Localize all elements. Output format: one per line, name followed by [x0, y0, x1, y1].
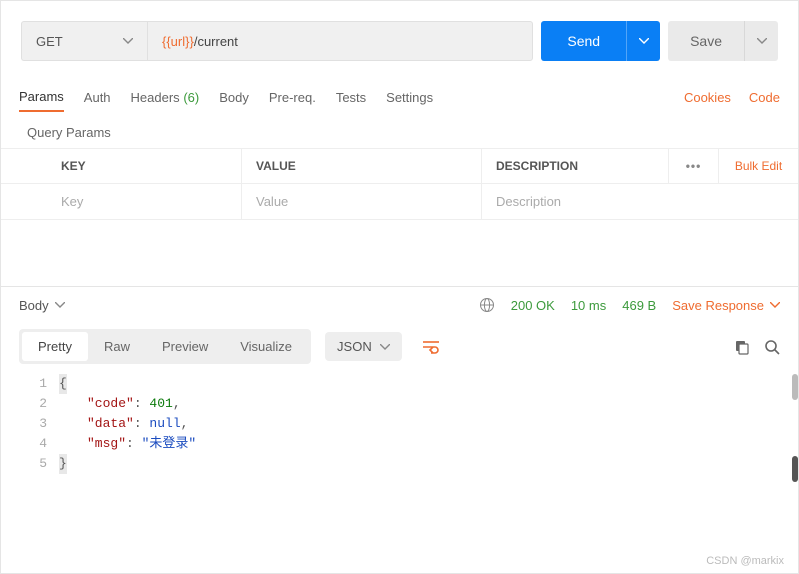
save-response-dropdown[interactable]: Save Response: [672, 298, 780, 313]
wrap-lines-icon[interactable]: [416, 332, 446, 362]
send-dropdown-button[interactable]: [626, 21, 660, 61]
response-header: Body 200 OK 10 ms 469 B Save Response: [1, 287, 798, 323]
view-pretty[interactable]: Pretty: [22, 332, 88, 361]
chevron-down-icon: [123, 38, 133, 44]
tab-params[interactable]: Params: [19, 83, 64, 112]
response-code[interactable]: 1{ 2"code": 401, 3"data": null, 4"msg": …: [1, 374, 798, 492]
chevron-down-icon: [380, 344, 390, 350]
more-icon[interactable]: •••: [686, 159, 702, 173]
url-input[interactable]: {{url}}/current: [147, 21, 533, 61]
status-size: 469 B: [622, 298, 656, 313]
view-visualize[interactable]: Visualize: [224, 332, 308, 361]
col-key: KEY: [1, 149, 241, 183]
status-time: 10 ms: [571, 298, 606, 313]
watermark: CSDN @markix: [706, 555, 784, 567]
view-raw[interactable]: Raw: [88, 332, 146, 361]
response-body-dropdown[interactable]: Body: [19, 298, 65, 313]
query-params-title: Query Params: [1, 113, 798, 148]
view-preview[interactable]: Preview: [146, 332, 224, 361]
tab-auth[interactable]: Auth: [84, 84, 111, 111]
method-select[interactable]: GET: [21, 21, 147, 61]
url-path: /current: [194, 34, 238, 49]
chevron-down-icon: [55, 302, 65, 308]
request-tabs: Params Auth Headers (6) Body Pre-req. Te…: [1, 81, 798, 113]
save-button[interactable]: Save: [668, 21, 744, 61]
headers-count: (6): [183, 90, 199, 105]
status-code: 200 OK: [511, 298, 555, 313]
search-icon[interactable]: [764, 339, 780, 355]
save-dropdown-button[interactable]: [744, 21, 778, 61]
params-row-empty[interactable]: Key Value Description: [1, 184, 798, 220]
chevron-down-icon: [770, 302, 780, 308]
col-value: VALUE: [241, 149, 481, 183]
tab-tests[interactable]: Tests: [336, 84, 366, 111]
copy-icon[interactable]: [734, 339, 750, 355]
params-table: KEY VALUE DESCRIPTION ••• Bulk Edit Key …: [1, 148, 798, 220]
method-label: GET: [36, 34, 63, 49]
param-value-input[interactable]: Value: [241, 184, 481, 219]
send-button[interactable]: Send: [541, 21, 626, 61]
param-desc-input[interactable]: Description: [481, 184, 668, 219]
response-format-dropdown[interactable]: JSON: [325, 332, 402, 361]
url-variable: {{url}}: [162, 34, 194, 49]
tab-settings[interactable]: Settings: [386, 84, 433, 111]
col-desc: DESCRIPTION: [481, 149, 668, 183]
response-toolbar: Pretty Raw Preview Visualize JSON: [1, 323, 798, 374]
code-link[interactable]: Code: [749, 90, 780, 105]
globe-icon[interactable]: [479, 297, 495, 313]
response-view-switch: Pretty Raw Preview Visualize: [19, 329, 311, 364]
chevron-down-icon: [639, 38, 649, 44]
tab-body[interactable]: Body: [219, 84, 249, 111]
param-key-input[interactable]: Key: [1, 184, 241, 219]
tab-headers[interactable]: Headers (6): [131, 84, 200, 111]
bulk-edit-link[interactable]: Bulk Edit: [735, 159, 782, 173]
tab-prereq[interactable]: Pre-req.: [269, 84, 316, 111]
cookies-link[interactable]: Cookies: [684, 90, 731, 105]
params-table-head: KEY VALUE DESCRIPTION ••• Bulk Edit: [1, 149, 798, 184]
chevron-down-icon: [757, 38, 767, 44]
